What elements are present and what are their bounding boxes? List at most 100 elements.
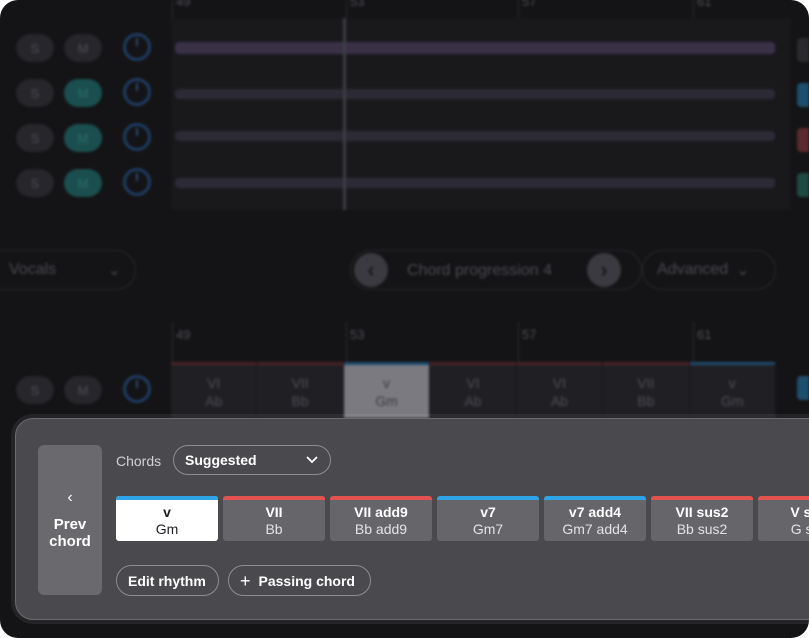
waveform (175, 89, 775, 99)
solo-button[interactable]: S (16, 34, 54, 62)
volume-knob[interactable] (123, 375, 151, 403)
chord-color-bar (603, 362, 689, 365)
chord-color-bar (651, 496, 753, 500)
solo-button[interactable]: S (16, 376, 54, 404)
plus-icon: + (240, 570, 251, 591)
chord-color-bar (223, 496, 325, 500)
chord-color-bar (171, 362, 257, 365)
waveform (175, 131, 775, 141)
chord-track-controls: S M (0, 370, 170, 410)
chord-block[interactable]: VI Ab (516, 362, 604, 418)
chord-name: Bb (265, 521, 283, 537)
chord-name: Ab (464, 393, 482, 409)
bar-line (172, 0, 173, 18)
bar-line (346, 322, 347, 362)
chord-roman: VII (291, 375, 309, 391)
bar-line (693, 322, 694, 362)
chord-color-bar (758, 496, 809, 500)
chord-name: Gm7 add4 (562, 521, 628, 537)
mute-button[interactable]: M (64, 34, 102, 62)
waveform-area[interactable] (171, 18, 791, 210)
chord-option[interactable]: VII add9 Bb add9 (330, 496, 432, 541)
mute-button[interactable]: M (64, 169, 102, 197)
chord-option[interactable]: v7 Gm7 (437, 496, 539, 541)
chord-roman: VI (552, 375, 567, 391)
chord-name: Gm (155, 521, 179, 537)
chord-block[interactable]: VI Ab (430, 362, 517, 418)
track-color-tab (797, 38, 809, 62)
solo-button[interactable]: S (16, 124, 54, 152)
chord-color-bar (330, 496, 432, 500)
track-color-tab (797, 376, 809, 400)
chord-roman: VII sus2 (675, 504, 729, 520)
chord-roman: v (163, 504, 171, 520)
advanced-label: Advanced (657, 261, 729, 278)
chord-name: Bb (291, 393, 309, 409)
chord-color-bar (343, 362, 430, 365)
track-controls: SM (0, 28, 170, 68)
bar-number: 61 (697, 0, 712, 9)
track-controls: SM (0, 118, 170, 158)
chord-roman: v (383, 375, 391, 391)
chord-color-bar (430, 362, 516, 365)
chord-name: Gm (375, 393, 398, 409)
next-progression-button[interactable]: › (587, 253, 621, 287)
track-color-tab (797, 83, 809, 107)
volume-knob[interactable] (123, 168, 151, 196)
chevron-down-icon (306, 456, 318, 464)
chord-option[interactable]: V susG sus (758, 496, 809, 541)
volume-knob[interactable] (123, 33, 151, 61)
chord-block[interactable]: VII Bb (603, 362, 690, 418)
chord-color-bar (116, 496, 218, 500)
chord-name: Bb sus2 (676, 521, 728, 537)
chord-block[interactable]: VI Ab (171, 362, 258, 418)
chevron-left-icon: ‹ (67, 489, 73, 506)
chord-filter-value: Suggested (185, 452, 257, 468)
chord-block[interactable]: v Gm (343, 362, 431, 418)
chord-option[interactable]: VII sus2 Bb sus2 (651, 496, 753, 541)
mute-button[interactable]: M (64, 124, 102, 152)
chord-option[interactable]: VII Bb (223, 496, 325, 541)
track-color-tab (797, 173, 809, 197)
app-window: 49 53 57 61 SMSMSMSM Vocals ⌄ ‹ Chord progr… (0, 0, 809, 638)
track-select[interactable]: Vocals ⌄ (0, 250, 136, 290)
bar-line (693, 0, 694, 18)
prev-chord-button[interactable]: ‹ Prev chord (38, 445, 102, 595)
chord-color-bar (516, 362, 603, 365)
volume-knob[interactable] (123, 123, 151, 151)
chevron-down-icon: ⌄ (107, 262, 121, 279)
chord-roman: VII add9 (354, 504, 408, 520)
chord-name: G sus (790, 521, 809, 537)
progression-label: Chord progression 4 (407, 262, 552, 279)
advanced-button[interactable]: Advanced ⌄ (642, 250, 776, 290)
bar-line (518, 0, 519, 18)
chord-block[interactable]: v Gm (689, 362, 776, 418)
chord-name: Ab (205, 393, 223, 409)
chord-filter-dropdown[interactable]: Suggested (173, 445, 331, 475)
chord-name: Ab (550, 393, 568, 409)
mute-button[interactable]: M (64, 376, 102, 404)
waveform (175, 178, 775, 188)
chord-block[interactable]: VII Bb (257, 362, 344, 418)
bar-number: 53 (350, 0, 365, 9)
previous-progression-button[interactable]: ‹ (354, 253, 388, 287)
chord-name: Bb add9 (354, 521, 408, 537)
vocal-waveform (175, 42, 775, 54)
bar-number: 57 (522, 0, 537, 9)
passing-chord-button[interactable]: + Passing chord (228, 565, 371, 596)
solo-button[interactable]: S (16, 79, 54, 107)
edit-rhythm-button[interactable]: Edit rhythm (116, 565, 219, 596)
chord-roman: V sus (790, 504, 809, 520)
track-controls: SM (0, 73, 170, 113)
chord-roman: VI (466, 375, 480, 391)
mute-button[interactable]: M (64, 79, 102, 107)
chord-option[interactable]: v Gm (116, 496, 218, 541)
edit-rhythm-label: Edit rhythm (128, 572, 206, 589)
solo-button[interactable]: S (16, 169, 54, 197)
chord-option[interactable]: v7 add4 Gm7 add4 (544, 496, 646, 541)
chord-name: Gm (720, 393, 744, 409)
volume-knob[interactable] (123, 78, 151, 106)
progression-toolbar: Vocals ⌄ ‹ Chord progression 4 › Advance… (0, 248, 809, 292)
playhead[interactable] (343, 18, 346, 210)
chords-label: Chords (116, 453, 162, 469)
